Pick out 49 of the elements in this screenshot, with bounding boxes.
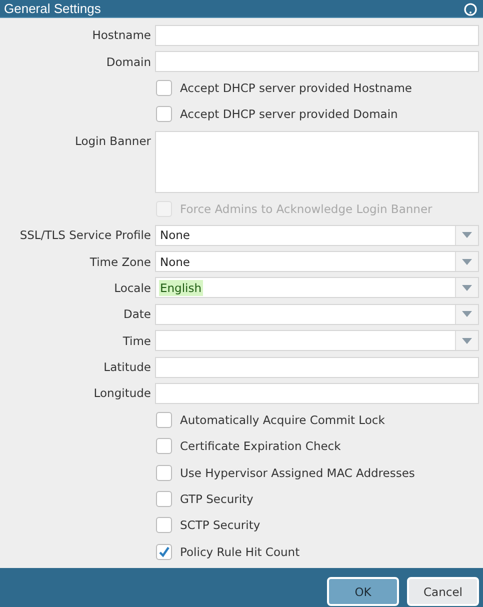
checkbox[interactable] <box>156 106 172 122</box>
checkbox-label: Policy Rule Hit Count <box>180 544 300 559</box>
dropdown[interactable] <box>155 330 479 352</box>
checkbox-label: Use Hypervisor Assigned MAC Addresses <box>180 466 415 480</box>
window-title: General Settings <box>4 2 101 16</box>
field-label: Domain <box>106 54 151 69</box>
checkbox[interactable] <box>156 438 172 454</box>
dropdown[interactable]: None <box>155 224 479 246</box>
checkbox-label: Accept DHCP server provided Domain <box>180 107 398 122</box>
help-icon[interactable] <box>464 3 477 16</box>
dropdown-value: English <box>159 280 203 296</box>
field-label: Date <box>124 307 151 322</box>
field-label: Longitude <box>94 386 151 400</box>
ok-button[interactable]: OK <box>327 577 399 606</box>
caret-icon <box>462 284 472 291</box>
checkbox-label: SCTP Security <box>180 518 260 532</box>
caret-icon <box>462 311 472 318</box>
input-field[interactable] <box>155 382 479 404</box>
cancel-button[interactable]: Cancel <box>407 577 479 606</box>
caret-icon <box>462 232 472 238</box>
checkbox-label: GTP Security <box>180 492 254 506</box>
checkbox[interactable] <box>156 80 172 96</box>
checkbox-label: Force Admins to Acknowledge Login Banner <box>180 202 432 216</box>
dropdown[interactable]: English <box>155 277 479 298</box>
checkbox-label: Automatically Acquire Commit Lock <box>180 412 385 427</box>
input-field[interactable] <box>155 51 479 72</box>
field-label: SSL/TLS Service Profile <box>20 228 151 242</box>
field-label: Locale <box>114 280 151 295</box>
field-label: Login Banner <box>75 134 151 148</box>
checkbox-label: Certificate Expiration Check <box>180 439 341 454</box>
input-field[interactable] <box>155 356 479 378</box>
caret-icon <box>462 258 472 265</box>
checkbox[interactable] <box>156 517 172 534</box>
input-field[interactable] <box>155 24 479 46</box>
field-label: Time Zone <box>90 254 151 269</box>
field-label: Time <box>122 334 151 348</box>
field-label: Hostname <box>92 28 151 42</box>
checkbox[interactable] <box>156 412 172 428</box>
checkbox[interactable] <box>156 491 172 508</box>
text-area[interactable] <box>155 130 479 193</box>
caret-icon <box>462 338 472 344</box>
checkbox-label: Accept DHCP server provided Hostname <box>180 80 412 95</box>
field-label: Latitude <box>104 360 151 374</box>
checkbox[interactable] <box>156 464 172 481</box>
checkbox[interactable] <box>156 544 172 560</box>
dropdown[interactable] <box>155 304 479 325</box>
dropdown-value: None <box>159 254 192 270</box>
dropdown[interactable]: None <box>155 251 479 272</box>
dropdown-value: None <box>159 227 192 244</box>
